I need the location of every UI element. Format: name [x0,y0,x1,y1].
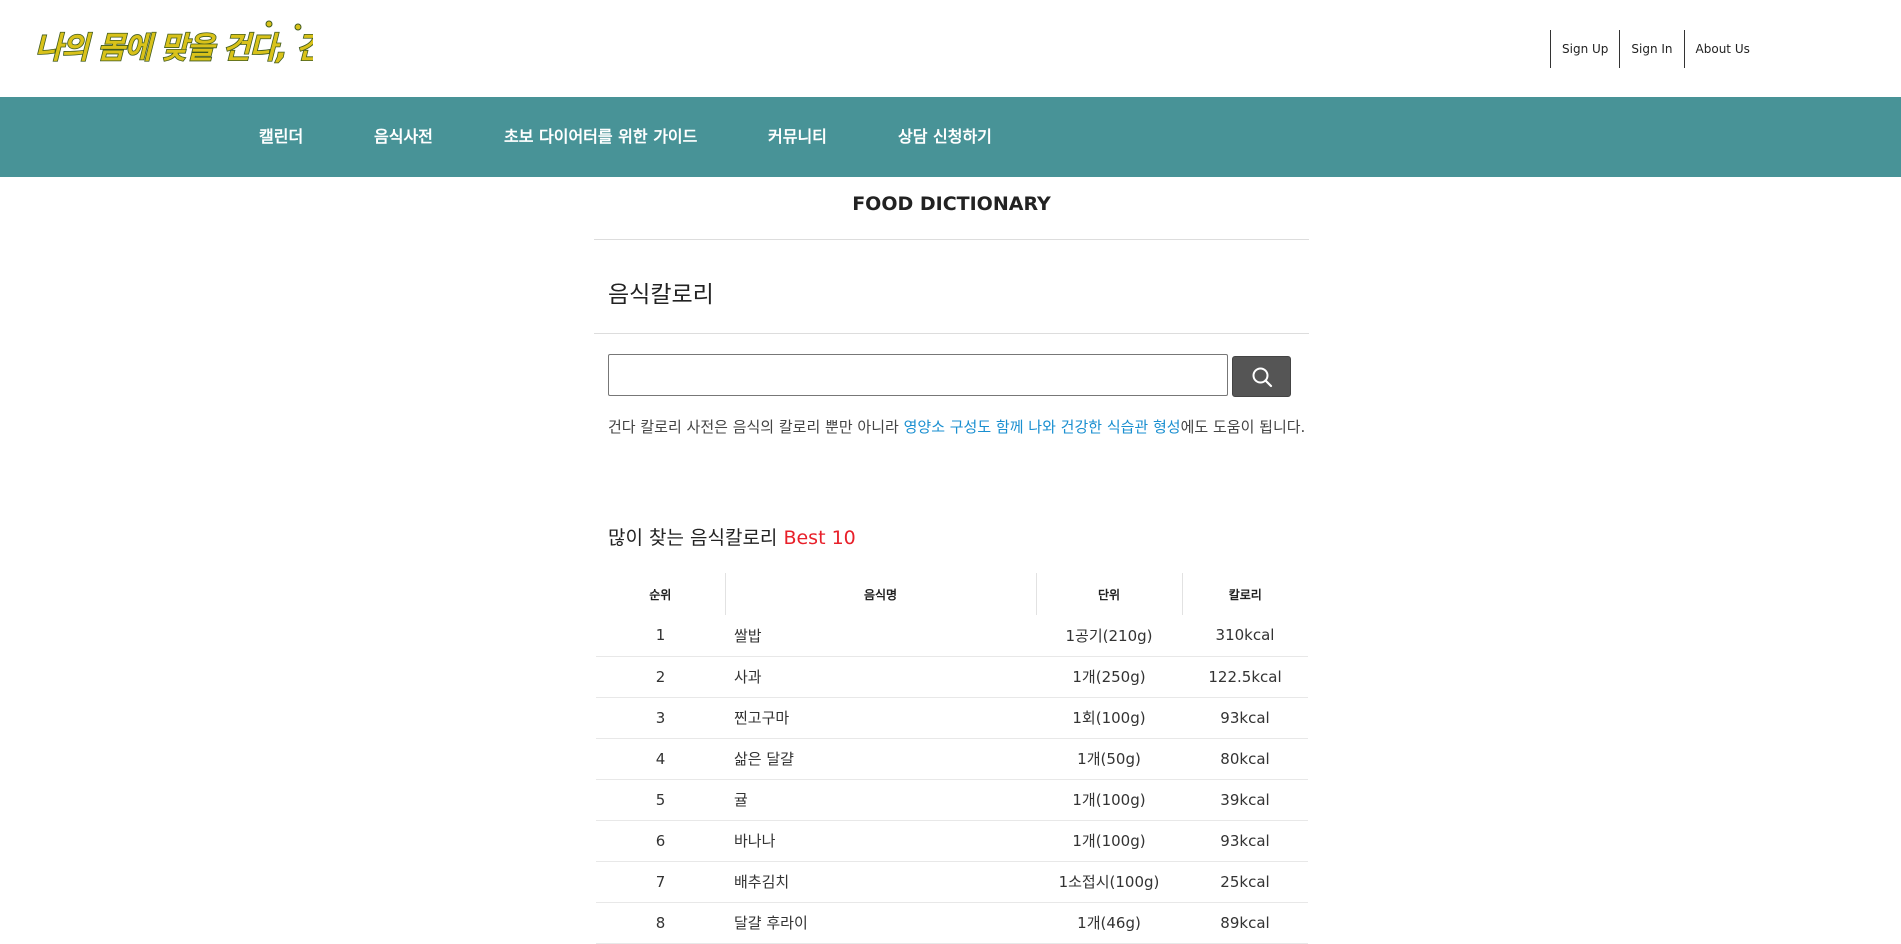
table-row[interactable]: 5 귤 1개(100g) 39kcal [596,779,1308,821]
calories-cell: 89kcal [1182,902,1308,944]
description-highlight: 영양소 구성도 함께 나와 건강한 식습관 형성 [903,418,1181,436]
logo-text: 나의 몸에 맞을 건다, 건다 [35,31,313,66]
rank-cell: 5 [596,779,725,821]
table-row[interactable]: 3 찐고구마 1회(100g) 93kcal [596,697,1308,739]
column-header-rank: 순위 [649,587,672,602]
about-us-link[interactable]: About Us [1683,30,1761,68]
description-prefix: 건다 칼로리 사전은 음식의 칼로리 뿐만 아니라 [608,418,904,436]
rank-cell: 4 [596,738,725,780]
food-name-cell: 사과 [725,656,1036,698]
sign-up-link[interactable]: Sign Up [1550,30,1619,68]
nav-item-consultation[interactable]: 상담 신청하기 [898,97,992,177]
search-button[interactable] [1232,356,1291,397]
food-name-cell: 바나나 [725,820,1036,862]
food-calorie-table: 순위 음식명 단위 칼로리 1 쌀밥 1공기(210g) 310kcal 2 사… [596,573,1308,944]
best-list-title: 많이 찾는 음식칼로리 Best 10 [608,523,856,550]
sign-in-link[interactable]: Sign In [1619,30,1683,68]
food-name-cell: 달걀 후라이 [725,902,1036,944]
rank-cell: 1 [596,615,725,657]
rank-cell: 2 [596,656,725,698]
table-row[interactable]: 1 쌀밥 1공기(210g) 310kcal [596,615,1308,657]
nav-item-beginner-guide[interactable]: 초보 다이어터를 위한 가이드 [504,97,697,177]
best-title-accent: Best 10 [783,527,856,549]
description-text: 건다 칼로리 사전은 음식의 칼로리 뿐만 아니라 영양소 구성도 함께 나와 … [608,416,1305,437]
nav-item-calendar[interactable]: 캘린더 [259,97,303,177]
calories-cell: 93kcal [1182,697,1308,739]
nav-item-community[interactable]: 커뮤니티 [768,97,827,177]
food-name-cell: 귤 [725,779,1036,821]
column-header-food-name: 음식명 [724,573,1036,615]
calories-cell: 39kcal [1182,779,1308,821]
unit-cell: 1소접시(100g) [1036,861,1182,903]
table-header-row: 순위 음식명 단위 칼로리 [596,573,1308,615]
food-name-cell: 쌀밥 [725,615,1036,657]
table-row[interactable]: 4 삶은 달걀 1개(50g) 80kcal [596,738,1308,780]
food-name-cell: 찐고구마 [725,697,1036,739]
unit-cell: 1개(50g) [1036,738,1182,780]
unit-cell: 1개(46g) [1036,902,1182,944]
calories-cell: 80kcal [1182,738,1308,780]
rank-cell: 6 [596,820,725,862]
unit-cell: 1회(100g) [1036,697,1182,739]
food-name-cell: 배추김치 [725,861,1036,903]
unit-cell: 1개(100g) [1036,779,1182,821]
calories-cell: 122.5kcal [1182,656,1308,698]
top-links: Sign Up Sign In About Us [1550,30,1761,68]
calories-cell: 25kcal [1182,861,1308,903]
unit-cell: 1공기(210g) [1036,615,1182,657]
logo-graphic: 나의 몸에 맞을 건다, 건다 [34,20,313,67]
search-icon [1252,367,1272,387]
best-title-text: 많이 찾는 음식칼로리 [608,527,784,549]
table-row[interactable]: 2 사과 1개(250g) 122.5kcal [596,656,1308,698]
rank-cell: 7 [596,861,725,903]
site-header: 나의 몸에 맞을 건다, 건다 Sign Up Sign In About Us [0,0,1901,97]
page-title: FOOD DICTIONARY [594,177,1309,240]
description-suffix: 에도 도움이 됩니다. [1180,418,1306,436]
table-row[interactable]: 6 바나나 1개(100g) 93kcal [596,820,1308,862]
search-input[interactable] [608,354,1228,396]
table-row[interactable]: 8 달걀 후라이 1개(46g) 89kcal [596,902,1308,944]
table-row[interactable]: 7 배추김치 1소접시(100g) 25kcal [596,861,1308,903]
calories-cell: 93kcal [1182,820,1308,862]
rank-cell: 3 [596,697,725,739]
unit-cell: 1개(100g) [1036,820,1182,862]
section-title: 음식칼로리 [594,240,1309,334]
food-name-cell: 삶은 달걀 [725,738,1036,780]
nav-item-food-dictionary[interactable]: 음식사전 [374,97,433,177]
main-nav: 캘린더 음식사전 초보 다이어터를 위한 가이드 커뮤니티 상담 신청하기 [0,97,1901,177]
column-header-calories: 칼로리 [1181,573,1308,615]
unit-cell: 1개(250g) [1036,656,1182,698]
site-logo[interactable]: 나의 몸에 맞을 건다, 건다 [33,16,313,72]
calories-cell: 310kcal [1182,615,1308,657]
rank-cell: 8 [596,902,725,944]
column-header-unit: 단위 [1035,573,1182,615]
